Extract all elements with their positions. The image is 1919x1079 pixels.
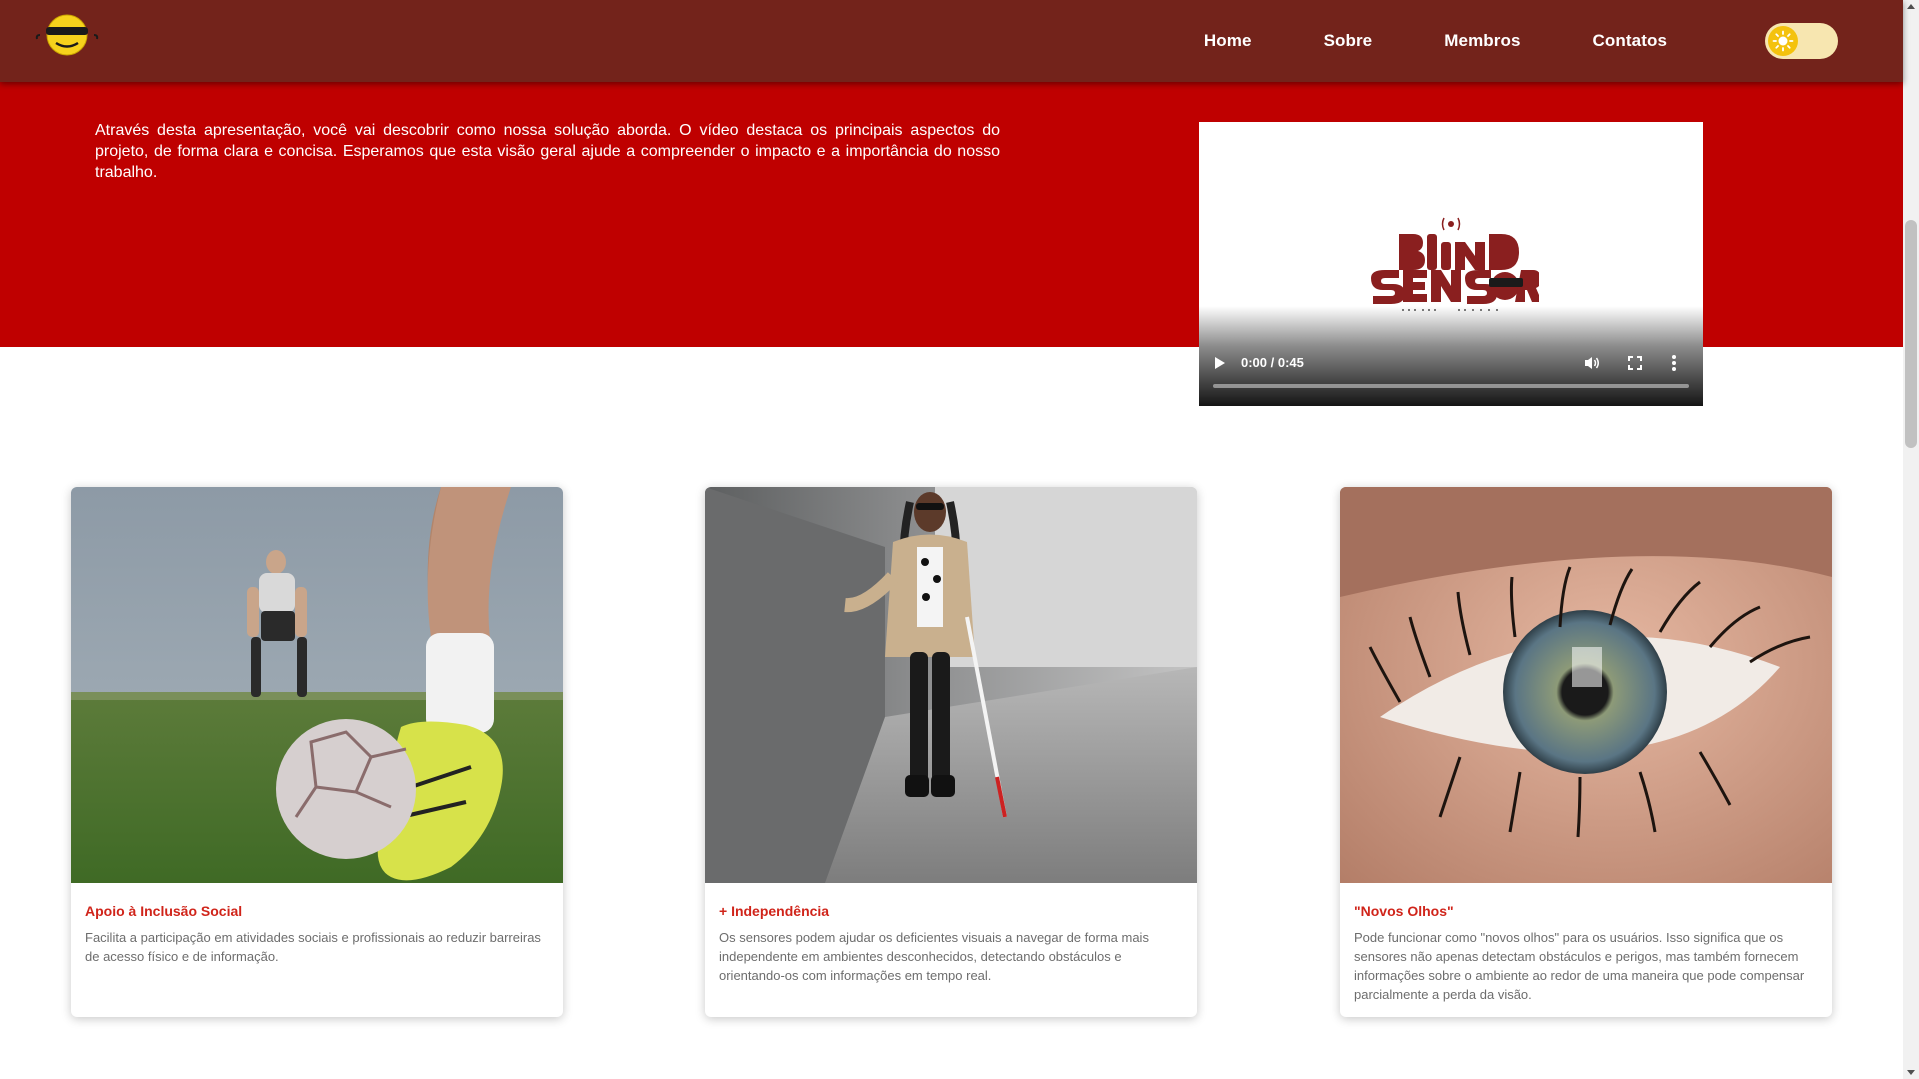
eye-closeup-photo <box>1340 487 1832 883</box>
card-title: + Independência <box>719 903 830 919</box>
card-body: Apoio à Inclusão Social Facilita a parti… <box>71 883 563 966</box>
play-icon[interactable] <box>1215 357 1225 369</box>
more-options-icon[interactable] <box>1671 354 1677 372</box>
card-text: Pode funcionar como "novos olhos" para o… <box>1354 930 1805 1002</box>
theme-toggle[interactable] <box>1765 23 1838 59</box>
video-player[interactable]: 0:00 / 0:45 <box>1199 122 1703 406</box>
card-social-inclusion: Apoio à Inclusão Social Facilita a parti… <box>71 487 563 1017</box>
scroll-down-arrow-icon[interactable] <box>1907 1070 1915 1075</box>
volume-icon[interactable] <box>1584 355 1600 371</box>
nav-links: Home Sobre Membros Contatos <box>1168 0 1703 82</box>
card-new-eyes: "Novos Olhos" Pode funcionar como "novos… <box>1340 487 1832 1017</box>
hero-description: Através desta apresentação, você vai des… <box>95 122 1000 181</box>
navbar: Home Sobre Membros Contatos <box>0 0 1903 82</box>
nav-link-membros[interactable]: Membros <box>1408 31 1556 51</box>
card-title: "Novos Olhos" <box>1354 903 1454 919</box>
soccer-player-kicking-ball-photo <box>71 487 563 883</box>
card-title: Apoio à Inclusão Social <box>85 903 243 919</box>
fullscreen-icon[interactable] <box>1628 356 1642 370</box>
video-progress-bar[interactable] <box>1213 384 1689 388</box>
card-independence: + Independência Os sensores podem ajudar… <box>705 487 1197 1017</box>
nav-link-sobre[interactable]: Sobre <box>1288 31 1409 51</box>
card-body: "Novos Olhos" Pode funcionar como "novos… <box>1340 883 1832 1004</box>
card-text: Os sensores podem ajudar os deficientes … <box>719 930 1149 983</box>
scroll-thumb[interactable] <box>1905 220 1917 448</box>
sunglasses-smiley-logo[interactable] <box>34 14 100 56</box>
sun-icon <box>1768 26 1798 56</box>
video-time: 0:00 / 0:45 <box>1241 355 1304 370</box>
nav-link-home[interactable]: Home <box>1168 31 1288 51</box>
nav-link-contatos[interactable]: Contatos <box>1557 31 1703 51</box>
page-scrollbar[interactable] <box>1903 0 1919 1079</box>
card-body: + Independência Os sensores podem ajudar… <box>705 883 1197 985</box>
blind-sensor-logo <box>1363 212 1542 318</box>
scroll-up-arrow-icon[interactable] <box>1907 4 1915 9</box>
video-controls: 0:00 / 0:45 <box>1199 350 1703 378</box>
woman-with-white-cane-walking-photo <box>705 487 1197 883</box>
feature-cards: Apoio à Inclusão Social Facilita a parti… <box>0 487 1903 1017</box>
card-text: Facilita a participação em atividades so… <box>85 930 541 964</box>
